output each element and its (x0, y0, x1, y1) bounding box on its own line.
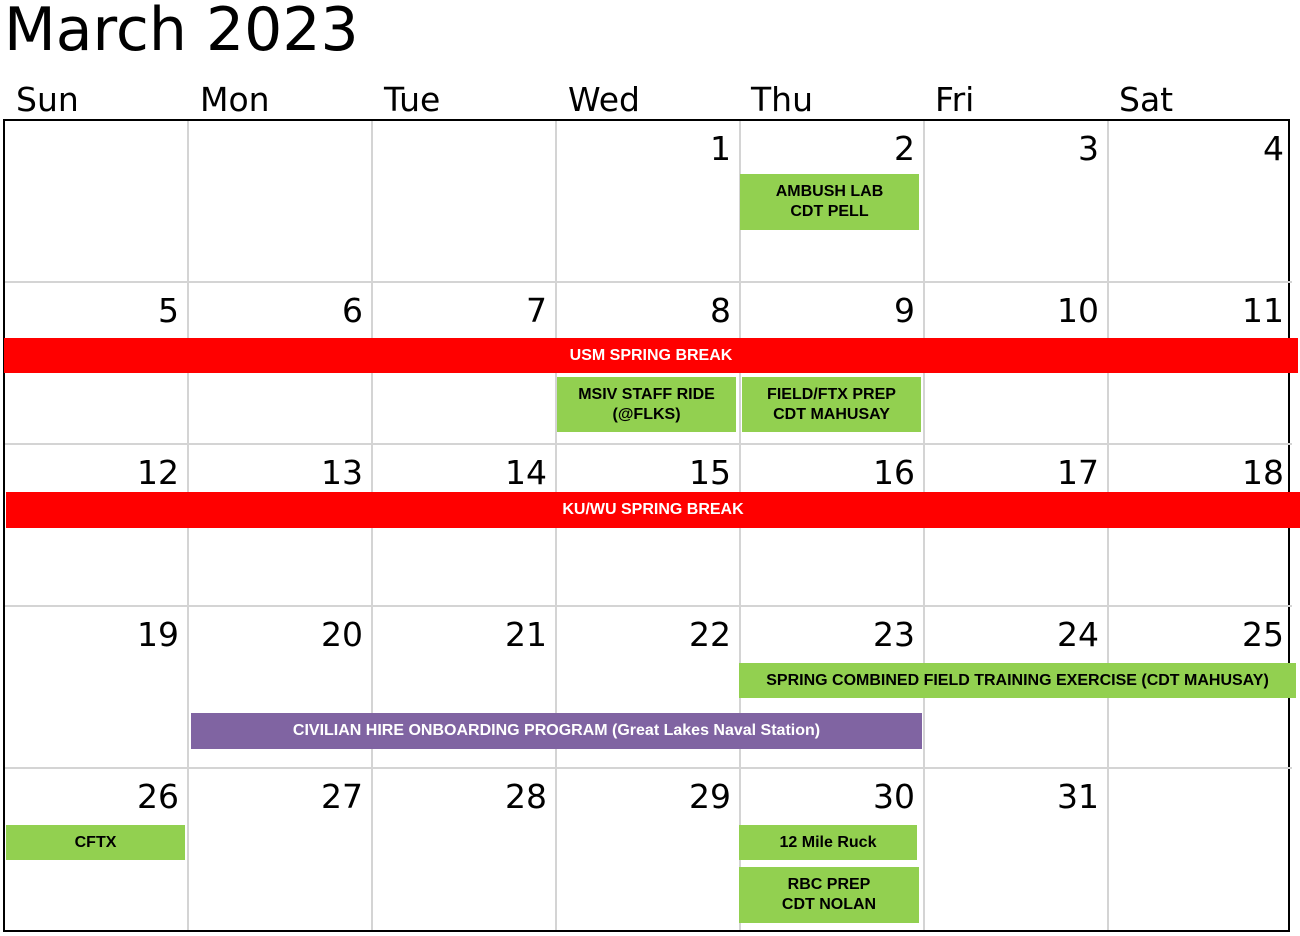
day-number: 17 (1057, 453, 1099, 492)
day-number: 23 (873, 615, 915, 654)
day-cell-1[interactable]: 1 (557, 121, 741, 283)
event-civilian-hire-onboarding[interactable]: CIVILIAN HIRE ONBOARDING PROGRAM (Great … (191, 713, 922, 749)
day-number: 24 (1057, 615, 1099, 654)
day-cell-4[interactable]: 4 (1109, 121, 1292, 283)
day-cell-empty[interactable] (1109, 769, 1292, 930)
day-number: 18 (1242, 453, 1284, 492)
weekday-sun: Sun (16, 80, 79, 119)
event-line: RBC PREP (787, 876, 871, 893)
day-cell-27[interactable]: 27 (189, 769, 373, 930)
day-number: 19 (137, 615, 179, 654)
event-ambush-lab[interactable]: AMBUSH LAB CDT PELL (740, 174, 919, 230)
event-line: CDT NOLAN (781, 896, 877, 913)
day-number: 1 (710, 129, 731, 168)
event-ku-wu-spring-break[interactable]: KU/WU SPRING BREAK (6, 492, 1300, 528)
day-number: 28 (505, 777, 547, 816)
day-number: 2 (894, 129, 915, 168)
event-usm-spring-break[interactable]: USM SPRING BREAK (4, 338, 1298, 373)
day-number: 11 (1242, 291, 1284, 330)
day-number: 10 (1057, 291, 1099, 330)
day-number: 6 (342, 291, 363, 330)
event-spring-combined-ftx[interactable]: SPRING COMBINED FIELD TRAINING EXERCISE … (739, 663, 1296, 698)
day-cell-31[interactable]: 31 (925, 769, 1109, 930)
weekday-thu: Thu (751, 80, 813, 119)
event-msiv-staff-ride[interactable]: MSIV STAFF RIDE (@FLKS) (557, 377, 736, 432)
day-number: 15 (689, 453, 731, 492)
day-number: 26 (137, 777, 179, 816)
day-number: 22 (689, 615, 731, 654)
day-number: 27 (321, 777, 363, 816)
day-number: 8 (710, 291, 731, 330)
day-number: 30 (873, 777, 915, 816)
day-number: 9 (894, 291, 915, 330)
calendar-title: March 2023 (4, 0, 359, 65)
event-line: MSIV STAFF RIDE (578, 385, 715, 403)
day-number: 25 (1242, 615, 1284, 654)
day-number: 21 (505, 615, 547, 654)
event-line: (@FLKS) (612, 405, 681, 423)
event-line: AMBUSH LAB (775, 183, 884, 200)
day-number: 20 (321, 615, 363, 654)
event-rbc-prep[interactable]: RBC PREP CDT NOLAN (739, 867, 919, 923)
day-number: 4 (1263, 129, 1284, 168)
day-cell-3[interactable]: 3 (925, 121, 1109, 283)
day-number: 12 (137, 453, 179, 492)
weekday-wed: Wed (568, 80, 640, 119)
event-field-ftx-prep[interactable]: FIELD/FTX PREP CDT MAHUSAY (742, 377, 921, 432)
event-12-mile-ruck[interactable]: 12 Mile Ruck (739, 825, 917, 860)
event-cftx[interactable]: CFTX (6, 825, 185, 860)
day-number: 16 (873, 453, 915, 492)
day-number: 29 (689, 777, 731, 816)
weekday-sat: Sat (1119, 80, 1174, 119)
event-line: CDT PELL (790, 203, 869, 220)
day-cell-empty[interactable] (189, 121, 373, 283)
day-cell-empty[interactable] (5, 121, 189, 283)
day-cell-28[interactable]: 28 (373, 769, 557, 930)
day-cell-empty[interactable] (373, 121, 557, 283)
event-line: FIELD/FTX PREP (767, 385, 896, 403)
event-line: CDT MAHUSAY (773, 405, 890, 423)
weekday-mon: Mon (200, 80, 270, 119)
day-number: 5 (158, 291, 179, 330)
day-number: 7 (526, 291, 547, 330)
day-number: 13 (321, 453, 363, 492)
weekday-fri: Fri (935, 80, 975, 119)
day-cell-29[interactable]: 29 (557, 769, 741, 930)
day-number: 14 (505, 453, 547, 492)
day-number: 3 (1078, 129, 1099, 168)
day-cell-19[interactable]: 19 (5, 607, 189, 769)
weekday-tue: Tue (384, 80, 441, 119)
day-number: 31 (1057, 777, 1099, 816)
